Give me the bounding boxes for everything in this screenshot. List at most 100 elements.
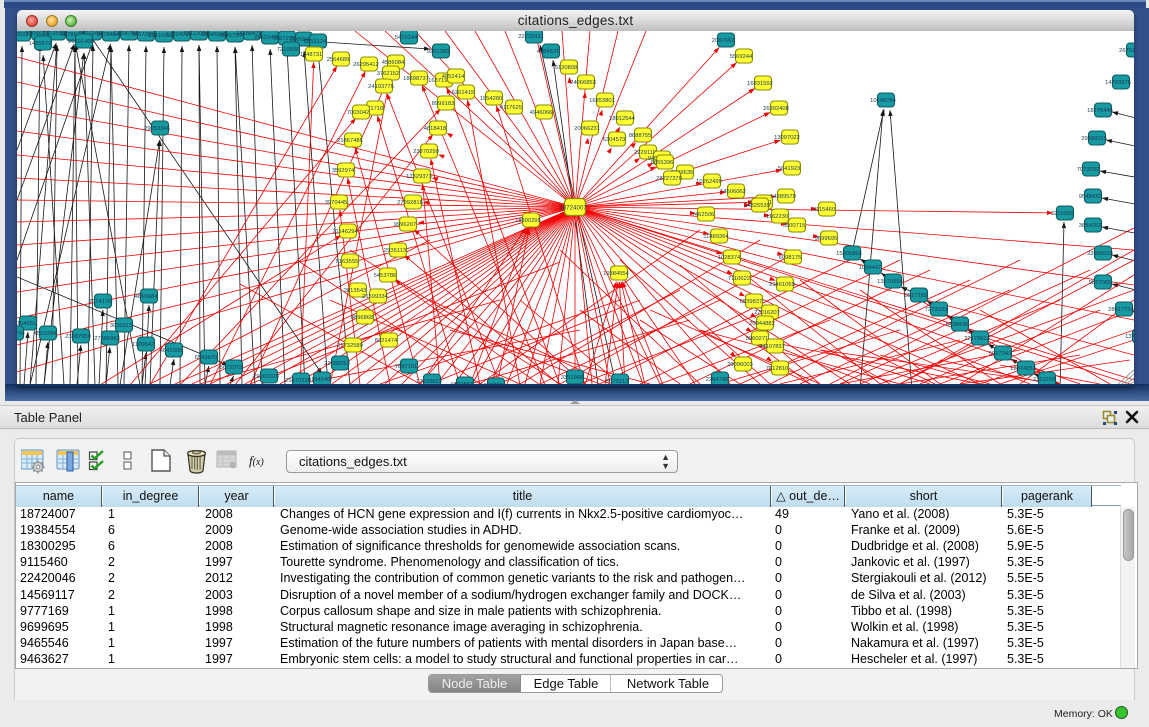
svg-text:1054447: 1054447 [859, 265, 882, 271]
svg-text:2087662: 2087662 [712, 38, 735, 44]
svg-text:27092818: 27092818 [397, 200, 423, 206]
svg-text:6692553: 6692553 [451, 382, 474, 384]
svg-text:4586084: 4586084 [382, 60, 405, 66]
svg-text:22805018: 22805018 [1087, 251, 1113, 257]
svg-text:1954280: 1954280 [480, 96, 503, 102]
svg-text:9996207: 9996207 [394, 222, 417, 228]
svg-text:1405572: 1405572 [29, 41, 52, 47]
svg-text:5130808: 5130808 [555, 65, 578, 71]
svg-text:14389579: 14389579 [770, 194, 796, 200]
svg-text:4860684: 4860684 [135, 294, 158, 300]
svg-text:4117625: 4117625 [500, 105, 522, 111]
svg-text:27705794: 27705794 [17, 331, 26, 337]
svg-text:3351868: 3351868 [561, 375, 584, 381]
svg-text:29053346: 29053346 [144, 126, 170, 132]
svg-text:1028374: 1028374 [718, 255, 741, 261]
svg-text:7003042: 7003042 [347, 110, 370, 116]
svg-text:7273233: 7273233 [925, 307, 948, 313]
svg-text:6438436: 6438436 [946, 322, 969, 328]
svg-text:20691406: 20691406 [68, 39, 94, 45]
svg-text:12874052: 12874052 [1010, 366, 1036, 372]
svg-text:5672073: 5672073 [220, 365, 243, 371]
svg-text:19384554: 19384554 [603, 271, 630, 277]
svg-text:3030113: 3030113 [110, 323, 132, 329]
svg-text:24066853: 24066853 [570, 80, 596, 86]
svg-text:5960271: 5960271 [746, 336, 769, 342]
svg-text:13097022: 13097022 [774, 135, 800, 141]
svg-text:18275445: 18275445 [1087, 108, 1113, 114]
svg-text:24107837: 24107837 [759, 344, 785, 350]
svg-text:4652414: 4652414 [442, 74, 465, 80]
svg-text:27016207: 27016207 [754, 310, 780, 316]
svg-text:5569244: 5569244 [730, 54, 753, 60]
svg-text:3970445: 3970445 [325, 200, 348, 206]
svg-text:14793975: 14793975 [1105, 80, 1131, 86]
svg-text:9877065: 9877065 [1089, 280, 1112, 286]
svg-text:6261415: 6261415 [452, 90, 475, 96]
svg-text:18912544: 18912544 [609, 116, 636, 122]
svg-text:21599334: 21599334 [362, 294, 389, 300]
svg-text:7462506: 7462506 [692, 212, 715, 218]
svg-text:9517169: 9517169 [905, 293, 928, 299]
svg-text:10262499: 10262499 [696, 179, 722, 185]
svg-text:1120642: 1120642 [132, 342, 154, 348]
svg-text:3762152: 3762152 [377, 71, 400, 77]
svg-text:f(x): f(x) [249, 453, 264, 468]
svg-text:1162230: 1162230 [766, 214, 788, 220]
svg-text:4553384: 4553384 [34, 331, 57, 337]
svg-text:2264748: 2264748 [706, 377, 729, 383]
svg-text:9115460: 9115460 [813, 207, 835, 213]
svg-text:6304573: 6304573 [603, 137, 626, 143]
svg-text:7812810: 7812810 [766, 366, 789, 372]
svg-text:3215955: 3215955 [1051, 211, 1074, 217]
svg-text:22732411: 22732411 [518, 34, 543, 40]
svg-text:8321474: 8321474 [375, 338, 398, 344]
svg-text:2935113: 2935113 [384, 248, 406, 254]
svg-text:4684531: 4684531 [537, 49, 560, 55]
svg-text:6539837: 6539837 [740, 299, 763, 305]
svg-text:5673212: 5673212 [606, 379, 629, 384]
svg-text:7110622: 7110622 [728, 276, 750, 282]
svg-text:5479144: 5479144 [395, 35, 418, 41]
svg-text:5855124: 5855124 [304, 39, 327, 45]
svg-text:21732589: 21732589 [337, 343, 363, 349]
svg-text:4946066: 4946066 [530, 110, 553, 116]
svg-text:22179613: 22179613 [964, 336, 990, 342]
svg-text:7210606: 7210606 [277, 47, 300, 53]
svg-text:10648784: 10648784 [870, 98, 897, 104]
svg-text:14506062: 14506062 [720, 189, 746, 195]
svg-text:5017343: 5017343 [989, 351, 1012, 357]
svg-text:16831592: 16831592 [747, 81, 773, 87]
svg-text:24825539: 24825539 [744, 203, 770, 209]
svg-text:3500715: 3500715 [783, 223, 806, 229]
svg-text:13570554: 13570554 [877, 279, 904, 285]
svg-text:28017734: 28017734 [1108, 307, 1134, 313]
svg-text:26295412: 26295412 [353, 62, 379, 68]
svg-text:18898737: 18898737 [403, 76, 429, 82]
svg-text:9961380: 9961380 [427, 49, 450, 55]
svg-text:2161193: 2161193 [1033, 377, 1055, 383]
svg-text:15306893: 15306893 [836, 251, 862, 257]
svg-text:5163555: 5163555 [336, 259, 359, 265]
svg-text:29461059: 29461059 [769, 282, 795, 288]
svg-text:28227370: 28227370 [656, 176, 682, 182]
svg-text:2564689: 2564689 [327, 57, 350, 63]
svg-text:27366963: 27366963 [94, 336, 120, 342]
svg-text:4194548: 4194548 [308, 377, 331, 383]
svg-text:5453786: 5453786 [374, 273, 397, 279]
svg-text:8896868: 8896868 [351, 315, 374, 321]
svg-text:5641923: 5641923 [778, 166, 801, 172]
svg-text:23370299: 23370299 [413, 149, 439, 155]
svg-text:20944882: 20944882 [749, 321, 775, 327]
svg-text:18300295: 18300295 [515, 218, 541, 224]
svg-text:9699695: 9699695 [815, 236, 838, 242]
svg-text:6543670: 6543670 [195, 355, 218, 361]
svg-text:1848731: 1848731 [300, 52, 323, 58]
svg-text:21146294: 21146294 [332, 229, 358, 235]
svg-text:12033823: 12033823 [416, 379, 442, 384]
svg-text:4841005: 4841005 [160, 348, 183, 354]
svg-text:16853801: 16853801 [589, 98, 615, 104]
svg-text:12329373: 12329373 [406, 174, 432, 180]
svg-text:2074176: 2074176 [89, 299, 112, 305]
svg-text:3684052: 3684052 [1079, 223, 1102, 229]
